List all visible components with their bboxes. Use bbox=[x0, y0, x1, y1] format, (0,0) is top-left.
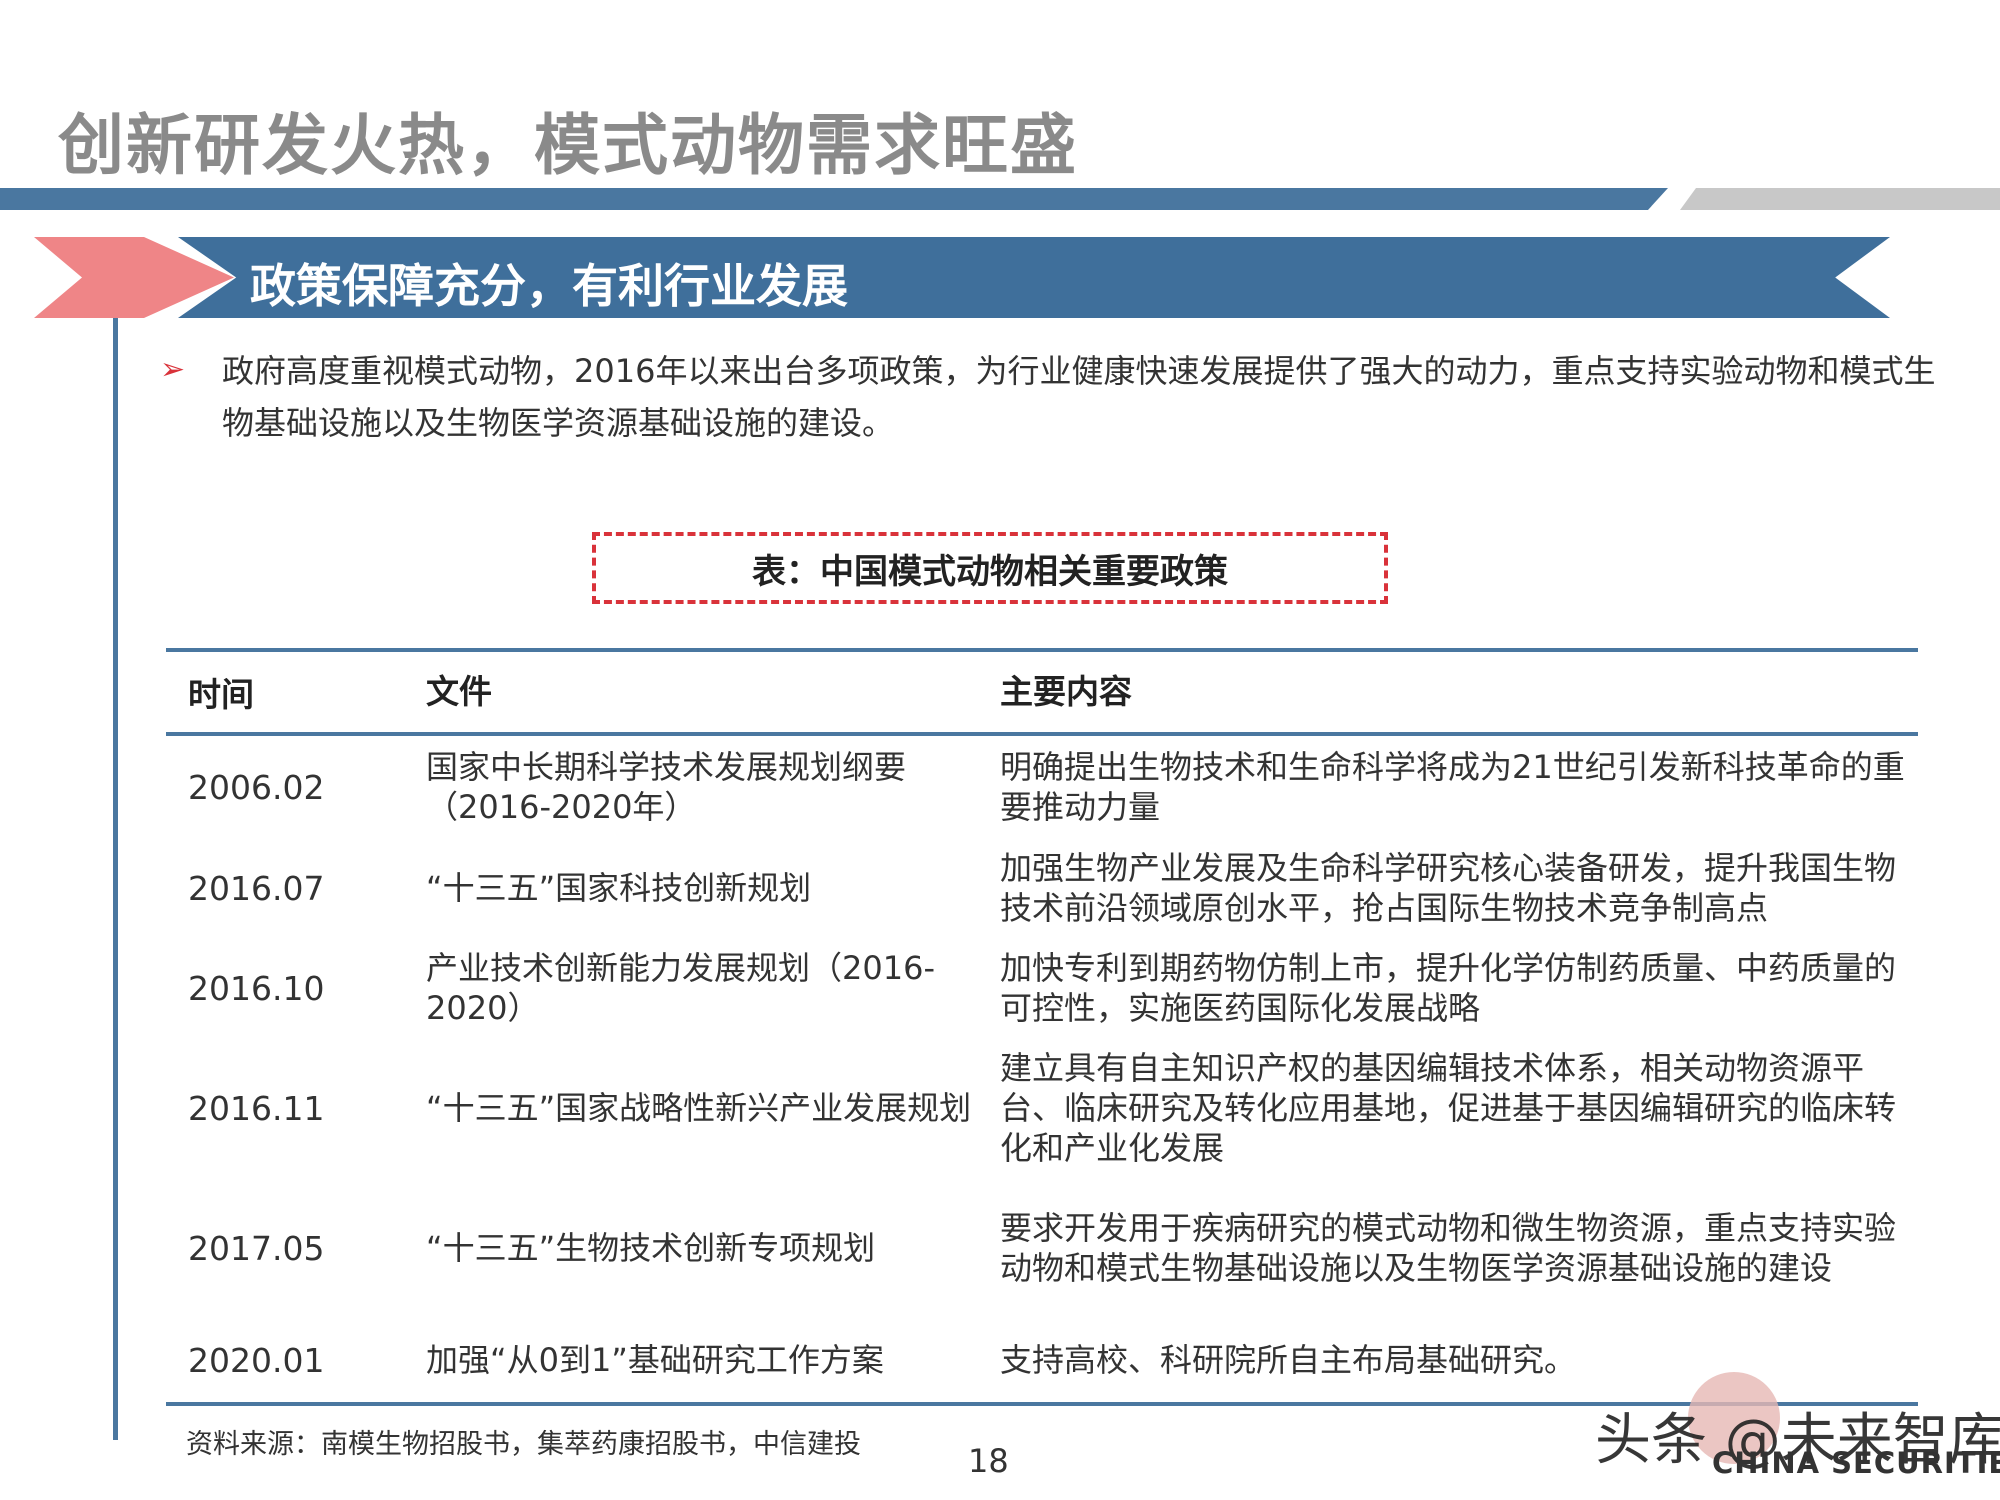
table-caption-box: 表：中国模式动物相关重要政策 bbox=[592, 532, 1388, 604]
row-time: 2006.02 bbox=[188, 767, 325, 807]
table-row: 2016.10 产业技术创新能力发展规划（2016-2020） 加快专利到期药物… bbox=[166, 938, 1918, 1038]
row-document: 加强“从0到1”基础研究工作方案 bbox=[426, 1341, 884, 1379]
page-title: 创新研发火热，模式动物需求旺盛 bbox=[58, 107, 1078, 184]
bullet-arrow-icon: ➢ bbox=[160, 352, 186, 387]
header-time: 时间 bbox=[188, 675, 254, 714]
source-note: 资料来源：南模生物招股书，集萃药康招股书，中信建投 bbox=[186, 1429, 861, 1460]
row-time: 2017.05 bbox=[188, 1228, 325, 1268]
table-row: 2016.07 “十三五”国家科技创新规划 加强生物产业发展及生命科学研究核心装… bbox=[166, 838, 1918, 938]
table-row: 2020.01 加强“从0到1”基础研究工作方案 支持高校、科研院所自主布局基础… bbox=[166, 1318, 1918, 1402]
title-underline-bar bbox=[0, 188, 1668, 210]
page-number: 18 bbox=[968, 1442, 1009, 1480]
row-content: 要求开发用于疾病研究的模式动物和微生物资源，重点支持实验动物和模式生物基础设施以… bbox=[1000, 1209, 1897, 1287]
table-caption: 表：中国模式动物相关重要政策 bbox=[752, 551, 1228, 592]
table-header: 时间 文件 主要内容 bbox=[166, 652, 1918, 736]
row-content: 明确提出生物技术和生命科学将成为21世纪引发新科技革命的重要推动力量 bbox=[1000, 748, 1905, 826]
intro-paragraph: 政府高度重视模式动物，2016年以来出台多项政策，为行业健康快速发展提供了强大的… bbox=[222, 352, 1936, 442]
row-document: “十三五”生物技术创新专项规划 bbox=[426, 1229, 876, 1267]
left-vertical-rule bbox=[113, 318, 118, 1440]
row-content: 加强生物产业发展及生命科学研究核心装备研发，提升我国生物技术前沿领域原创水平，抢… bbox=[1000, 849, 1897, 927]
row-document: “十三五”国家战略性新兴产业发展规划 bbox=[426, 1089, 972, 1127]
row-time: 2016.11 bbox=[188, 1088, 325, 1128]
title-accent-bar bbox=[1680, 188, 2000, 210]
logo-english-name: CHINA SECURITIES bbox=[1712, 1446, 2000, 1480]
row-content: 建立具有自主知识产权的基因编辑技术体系，相关动物资源平台、临床研究及转化应用基地… bbox=[1000, 1049, 1897, 1167]
row-content: 加快专利到期药物仿制上市，提升化学仿制药质量、中药质量的可控性，实施医药国际化发… bbox=[1000, 949, 1897, 1027]
table-row: 2016.11 “十三五”国家战略性新兴产业发展规划 建立具有自主知识产权的基因… bbox=[166, 1038, 1918, 1178]
row-time: 2016.07 bbox=[188, 868, 325, 908]
row-time: 2016.10 bbox=[188, 968, 325, 1008]
row-document: “十三五”国家科技创新规划 bbox=[426, 869, 812, 907]
policy-table: 时间 文件 主要内容 2006.02 国家中长期科学技术发展规划纲要（2016-… bbox=[166, 648, 1918, 1406]
row-content: 支持高校、科研院所自主布局基础研究。 bbox=[1000, 1341, 1577, 1379]
table-row: 2017.05 “十三五”生物技术创新专项规划 要求开发用于疾病研究的模式动物和… bbox=[166, 1178, 1918, 1318]
row-document: 产业技术创新能力发展规划（2016-2020） bbox=[426, 949, 935, 1027]
section-banner-title: 政策保障充分，有利行业发展 bbox=[250, 259, 848, 313]
row-time: 2020.01 bbox=[188, 1340, 325, 1380]
row-document: 国家中长期科学技术发展规划纲要（2016-2020年） bbox=[426, 748, 907, 826]
header-document: 文件 bbox=[426, 672, 492, 711]
table-row: 2006.02 国家中长期科学技术发展规划纲要（2016-2020年） 明确提出… bbox=[166, 736, 1918, 838]
header-content: 主要内容 bbox=[1000, 672, 1132, 711]
